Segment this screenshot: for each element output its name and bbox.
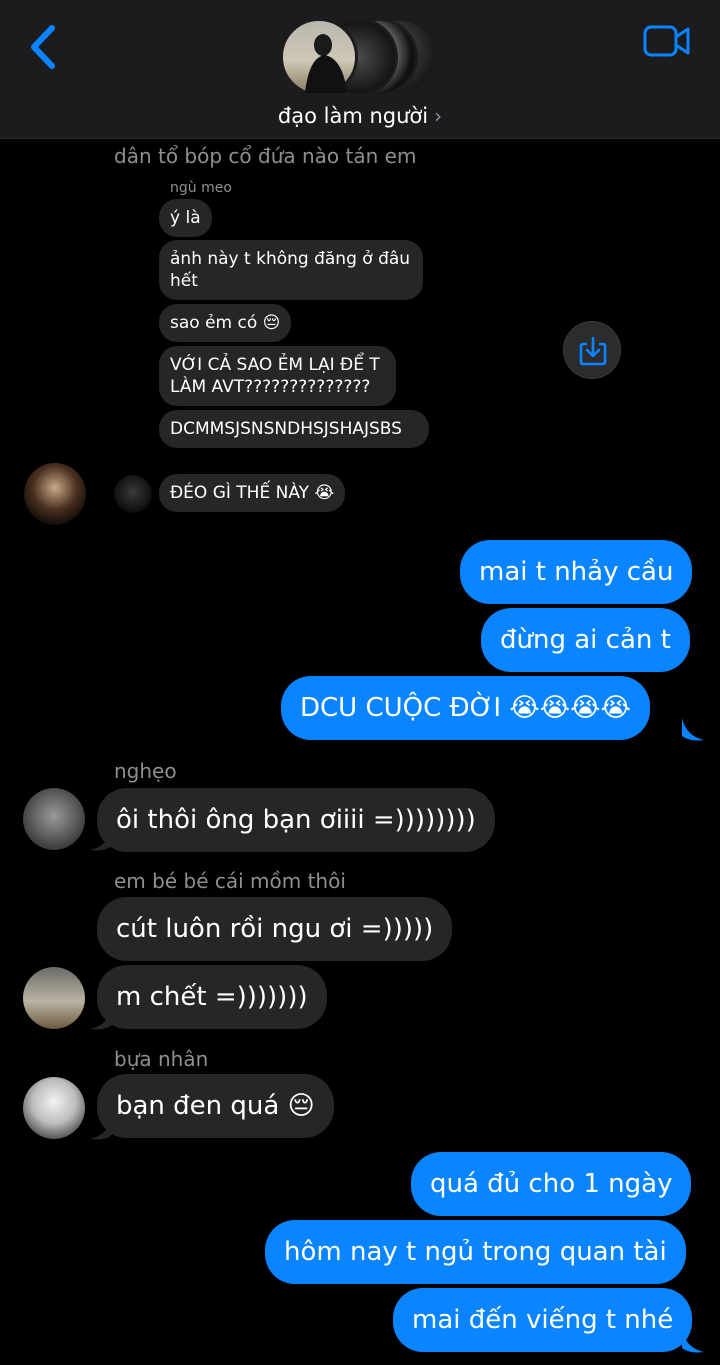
quoted-message[interactable]: ĐÉO GÌ THẾ NÀY 😭 xyxy=(159,474,346,512)
message-bubble-outgoing[interactable]: hôm nay t ngủ trong quan tài xyxy=(265,1220,686,1284)
avatar[interactable] xyxy=(23,967,85,1029)
avatar[interactable] xyxy=(23,1077,85,1139)
sender-name: nghẹo xyxy=(114,759,177,783)
sender-name: em bé bé cái mồm thôi xyxy=(114,869,346,893)
avatar[interactable] xyxy=(23,788,85,850)
reply-context-text: dân tổ bóp cổ đứa nào tán em xyxy=(114,144,417,168)
group-avatar-1 xyxy=(280,18,358,96)
message-bubble-incoming[interactable]: cút luôn rồi ngu ơi =))))) xyxy=(97,897,453,961)
message-bubble-incoming[interactable]: bạn đen quá 😔 xyxy=(97,1074,334,1138)
quoted-message[interactable]: ý là xyxy=(159,199,212,237)
quoted-message[interactable]: VỚI CẢ SAO ẺM LẠI ĐỂ T LÀM AVT??????????… xyxy=(159,346,396,406)
quoted-message[interactable]: DCMMSJSNSNDHSJSHAJSBS xyxy=(159,410,429,448)
quoted-sender-avatar xyxy=(114,475,152,513)
save-download-icon xyxy=(579,336,607,366)
group-title: đạo làm người xyxy=(277,104,429,128)
group-name[interactable]: đạo làm người › xyxy=(0,104,720,128)
bubble-tail xyxy=(682,1330,704,1353)
message-bubble-incoming[interactable]: ôi thôi ông bạn ơiiii =)))))))) xyxy=(97,788,495,852)
back-button[interactable] xyxy=(26,24,60,70)
save-button[interactable] xyxy=(563,321,621,379)
message-bubble-outgoing[interactable]: mai t nhảy cầu xyxy=(460,540,693,604)
group-avatar-stack[interactable] xyxy=(280,18,440,96)
message-bubble-outgoing[interactable]: DCU CUỘC ĐỜI 😭😭😭😭 xyxy=(281,676,650,740)
message-bubble-outgoing[interactable]: đừng ai cản t xyxy=(481,608,690,672)
bubble-tail xyxy=(682,718,704,741)
quoted-sender-name: ngù meo xyxy=(170,180,232,196)
message-bubble-incoming[interactable]: m chết =))))))) xyxy=(97,965,327,1029)
avatar[interactable] xyxy=(24,463,86,525)
quoted-message[interactable]: sao ẻm có 😔 xyxy=(159,304,292,342)
chevron-left-icon xyxy=(31,25,55,69)
video-camera-icon xyxy=(643,25,690,57)
message-list[interactable]: dân tổ bóp cổ đứa nào tán em ngù meo ý l… xyxy=(0,140,720,1365)
quoted-message[interactable]: ảnh này t không đăng ở đâu hết xyxy=(159,240,423,300)
chevron-right-icon: › xyxy=(434,104,443,128)
message-bubble-outgoing[interactable]: mai đến viếng t nhé xyxy=(393,1288,693,1352)
video-call-button[interactable] xyxy=(642,24,692,58)
sender-name: bựa nhân xyxy=(114,1047,209,1071)
chat-header: đạo làm người › xyxy=(0,0,720,139)
message-bubble-outgoing[interactable]: quá đủ cho 1 ngày xyxy=(411,1152,692,1216)
